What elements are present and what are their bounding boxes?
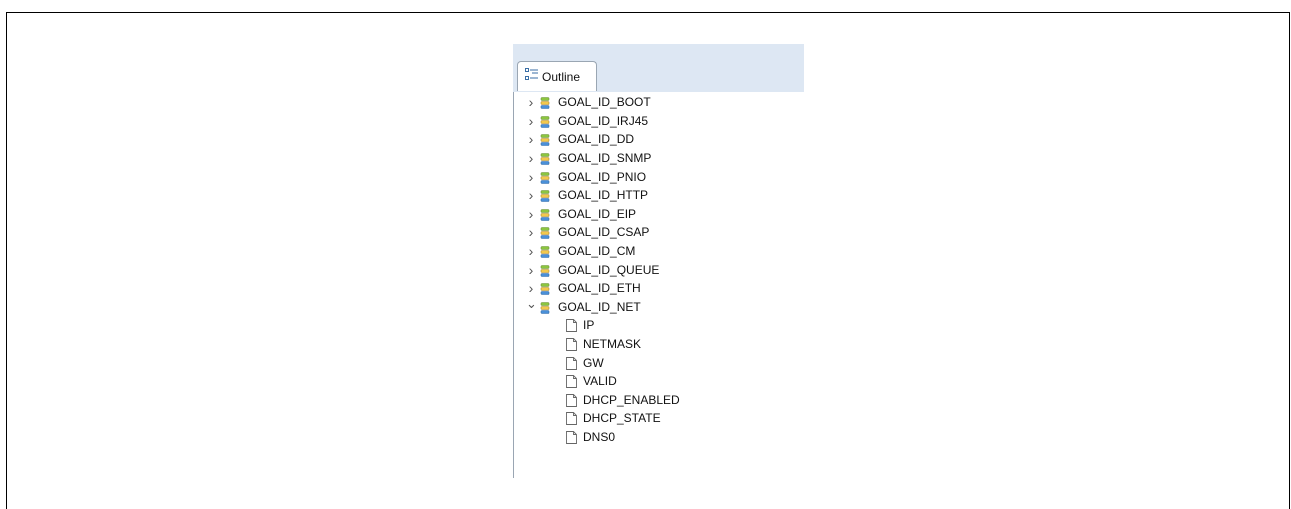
chevron-right-icon[interactable]: ›	[526, 207, 536, 221]
tree-item-label: DHCP_STATE	[583, 411, 661, 426]
tree-item-label: DNS0	[583, 429, 616, 444]
tree-item-child[interactable]: IP	[514, 316, 680, 335]
document-icon	[566, 393, 577, 407]
database-icon	[540, 133, 551, 147]
database-icon	[540, 282, 551, 296]
tree-item-label: NETMASK	[583, 337, 642, 352]
outline-tree-panel: › GOAL_ID_BOOT › GOAL_ID_IRJ45 › GOAL_ID_D…	[513, 92, 804, 478]
tree-item-child[interactable]: VALID	[514, 372, 680, 391]
database-icon	[540, 189, 551, 203]
database-icon	[540, 171, 551, 184]
tree-item-label: GOAL_ID_ETH	[558, 281, 641, 296]
tree-item-group[interactable]: › GOAL_ID_QUEUE	[514, 260, 680, 279]
database-icon	[540, 226, 551, 240]
view-header-strip	[513, 44, 804, 59]
tree-item-label: GOAL_ID_SNMP	[558, 151, 652, 166]
tree-item-label: GW	[583, 355, 604, 370]
tree-item-group[interactable]: › GOAL_ID_BOOT	[514, 93, 680, 112]
document-icon	[566, 356, 577, 370]
document-icon	[566, 319, 577, 333]
tree-item-label: GOAL_ID_QUEUE	[558, 262, 660, 277]
chevron-right-icon[interactable]: ›	[526, 170, 536, 184]
tree-item-label: GOAL_ID_HTTP	[558, 188, 649, 203]
chevron-right-icon[interactable]: ›	[526, 132, 536, 146]
outline-icon	[525, 67, 539, 86]
tree-item-child[interactable]: DHCP_ENABLED	[514, 391, 680, 410]
database-icon	[540, 115, 551, 128]
document-icon	[566, 412, 577, 426]
tree-item-group[interactable]: ⌄ GOAL_ID_NET	[514, 297, 680, 317]
document-icon	[566, 375, 577, 389]
tree-item-label: GOAL_ID_NET	[558, 299, 641, 314]
chevron-right-icon[interactable]: ›	[526, 225, 536, 239]
chevron-right-icon[interactable]: ›	[526, 263, 536, 277]
tree-item-label: DHCP_ENABLED	[583, 392, 680, 407]
database-icon	[540, 96, 551, 110]
tree-item-label: GOAL_ID_CM	[558, 244, 636, 259]
tree-item-group[interactable]: › GOAL_ID_DD	[514, 130, 680, 149]
tree-item-child[interactable]: NETMASK	[514, 335, 680, 354]
chevron-right-icon[interactable]: ›	[526, 95, 536, 109]
tree-item-group[interactable]: › GOAL_ID_SNMP	[514, 149, 680, 168]
database-icon	[540, 264, 551, 277]
tree-item-label: GOAL_ID_EIP	[558, 206, 637, 221]
tree-item-label: GOAL_ID_CSAP	[558, 225, 650, 240]
chevron-right-icon[interactable]: ›	[526, 151, 536, 165]
tree-item-label: GOAL_ID_PNIO	[558, 169, 647, 184]
tab-bar: Outline	[513, 59, 804, 93]
tab-outline[interactable]: Outline	[517, 61, 597, 91]
tree-item-child[interactable]: GW	[514, 353, 680, 372]
tree-item-group[interactable]: › GOAL_ID_IRJ45	[514, 112, 680, 131]
tree-item-label: VALID	[583, 374, 617, 389]
tree-item-label: GOAL_ID_IRJ45	[558, 113, 649, 128]
tree-item-group[interactable]: › GOAL_ID_ETH	[514, 279, 680, 298]
outline-tree: › GOAL_ID_BOOT › GOAL_ID_IRJ45 › GOAL_ID_D…	[514, 93, 680, 446]
tree-item-group[interactable]: › GOAL_ID_CSAP	[514, 223, 680, 242]
tree-item-group[interactable]: › GOAL_ID_EIP	[514, 205, 680, 224]
tree-item-label: GOAL_ID_BOOT	[558, 95, 651, 110]
tree-item-group[interactable]: › GOAL_ID_PNIO	[514, 167, 680, 186]
database-icon	[540, 301, 551, 314]
database-icon	[540, 208, 551, 221]
chevron-right-icon[interactable]: ›	[526, 244, 536, 258]
tree-item-label: IP	[583, 318, 595, 333]
database-icon	[540, 152, 551, 165]
outline-view: Outline › GOAL_ID_BOOT › GOAL_ID_IRJ45 › G…	[513, 44, 804, 478]
database-icon	[540, 245, 551, 258]
document-icon	[566, 338, 577, 351]
chevron-right-icon[interactable]: ›	[526, 281, 536, 295]
tree-item-child[interactable]: DNS0	[514, 428, 680, 447]
tree-item-child[interactable]: DHCP_STATE	[514, 409, 680, 428]
tree-item-group[interactable]: › GOAL_ID_CM	[514, 242, 680, 261]
chevron-right-icon[interactable]: ›	[526, 188, 536, 202]
chevron-right-icon[interactable]: ›	[526, 114, 536, 128]
document-icon	[566, 431, 577, 444]
tree-item-group[interactable]: › GOAL_ID_HTTP	[514, 186, 680, 205]
tree-item-label: GOAL_ID_DD	[558, 132, 635, 147]
chevron-down-icon[interactable]: ⌄	[526, 297, 537, 310]
tab-outline-label: Outline	[542, 69, 581, 84]
